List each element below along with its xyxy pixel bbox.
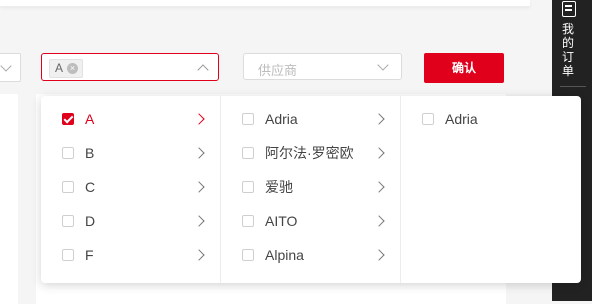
- left-card: [0, 94, 18, 304]
- chevron-right-icon: [373, 181, 385, 193]
- checkbox[interactable]: [242, 147, 254, 159]
- cascader-option-d[interactable]: D: [41, 204, 220, 238]
- cascader-option-c[interactable]: C: [41, 170, 220, 204]
- checkbox[interactable]: [62, 249, 74, 261]
- option-label: D: [85, 213, 96, 229]
- option-label: AITO: [265, 213, 298, 229]
- confirm-button[interactable]: 确认: [424, 53, 504, 83]
- divider: [560, 86, 586, 87]
- cascader-column-models: Adria: [401, 96, 581, 283]
- chevron-right-icon: [193, 249, 205, 261]
- option-label: A: [85, 111, 95, 127]
- checkbox[interactable]: [242, 249, 254, 261]
- checkbox[interactable]: [422, 113, 434, 125]
- cascader-option-next[interactable]: [41, 272, 220, 283]
- option-label: 爱驰: [265, 179, 293, 195]
- top-card: [0, 0, 530, 7]
- brand-select[interactable]: A ×: [41, 53, 219, 81]
- cascader-column-brands: Adria 阿尔法·罗密欧 爱驰 AITO Alpina: [221, 96, 401, 283]
- chevron-right-icon: [193, 113, 205, 125]
- cascader-option-b[interactable]: B: [41, 136, 220, 170]
- chevron-right-icon: [373, 249, 385, 261]
- tag-close-icon[interactable]: ×: [67, 63, 79, 74]
- chevron-right-icon: [373, 113, 385, 125]
- chevron-down-icon: [0, 60, 12, 72]
- cascader-column-letters: A B C D F: [41, 96, 221, 283]
- checkbox[interactable]: [62, 181, 74, 193]
- cascader-dropdown: A B C D F Adria 阿尔法·罗密欧 爱驰 AITO Alpina A…: [41, 96, 581, 283]
- checkbox[interactable]: [242, 215, 254, 227]
- chevron-right-icon: [193, 147, 205, 159]
- chevron-up-icon: [197, 64, 209, 76]
- cascader-option-adria-model[interactable]: Adria: [401, 102, 581, 136]
- checkbox[interactable]: [62, 147, 74, 159]
- option-label: F: [85, 247, 94, 263]
- supplier-placeholder: 供应商: [258, 63, 298, 78]
- chevron-down-icon: [377, 59, 389, 71]
- cascader-option-alpina[interactable]: Alpina: [221, 238, 400, 272]
- cascader-option-a[interactable]: A: [41, 102, 220, 136]
- cascader-option-adria[interactable]: Adria: [221, 102, 400, 136]
- checkbox[interactable]: [242, 181, 254, 193]
- chevron-right-icon: [373, 215, 385, 227]
- checkbox[interactable]: [242, 113, 254, 125]
- chevron-right-icon: [193, 215, 205, 227]
- option-label: Adria: [265, 111, 298, 127]
- chevron-right-icon: [193, 181, 205, 193]
- filter-select-partial[interactable]: [0, 53, 21, 82]
- option-label: C: [85, 179, 96, 195]
- cascader-option-f[interactable]: F: [41, 238, 220, 272]
- cascader-option-next[interactable]: [221, 272, 400, 283]
- option-label: Adria: [445, 111, 478, 127]
- cascader-option-aiways[interactable]: 爱驰: [221, 170, 400, 204]
- supplier-select[interactable]: 供应商: [243, 53, 402, 80]
- cascader-option-aito[interactable]: AITO: [221, 204, 400, 238]
- checkbox[interactable]: [62, 113, 74, 125]
- selected-tag: A ×: [49, 59, 84, 78]
- document-icon: [562, 1, 576, 17]
- cascader-option-alfa-romeo[interactable]: 阿尔法·罗密欧: [221, 136, 400, 170]
- checkbox[interactable]: [62, 215, 74, 227]
- option-label: 阿尔法·罗密欧: [265, 145, 354, 161]
- option-label: Alpina: [265, 247, 304, 263]
- selected-tag-label: A: [55, 61, 64, 75]
- option-label: B: [85, 145, 95, 161]
- chevron-right-icon: [373, 147, 385, 159]
- my-orders-label: 我的订单: [561, 22, 574, 78]
